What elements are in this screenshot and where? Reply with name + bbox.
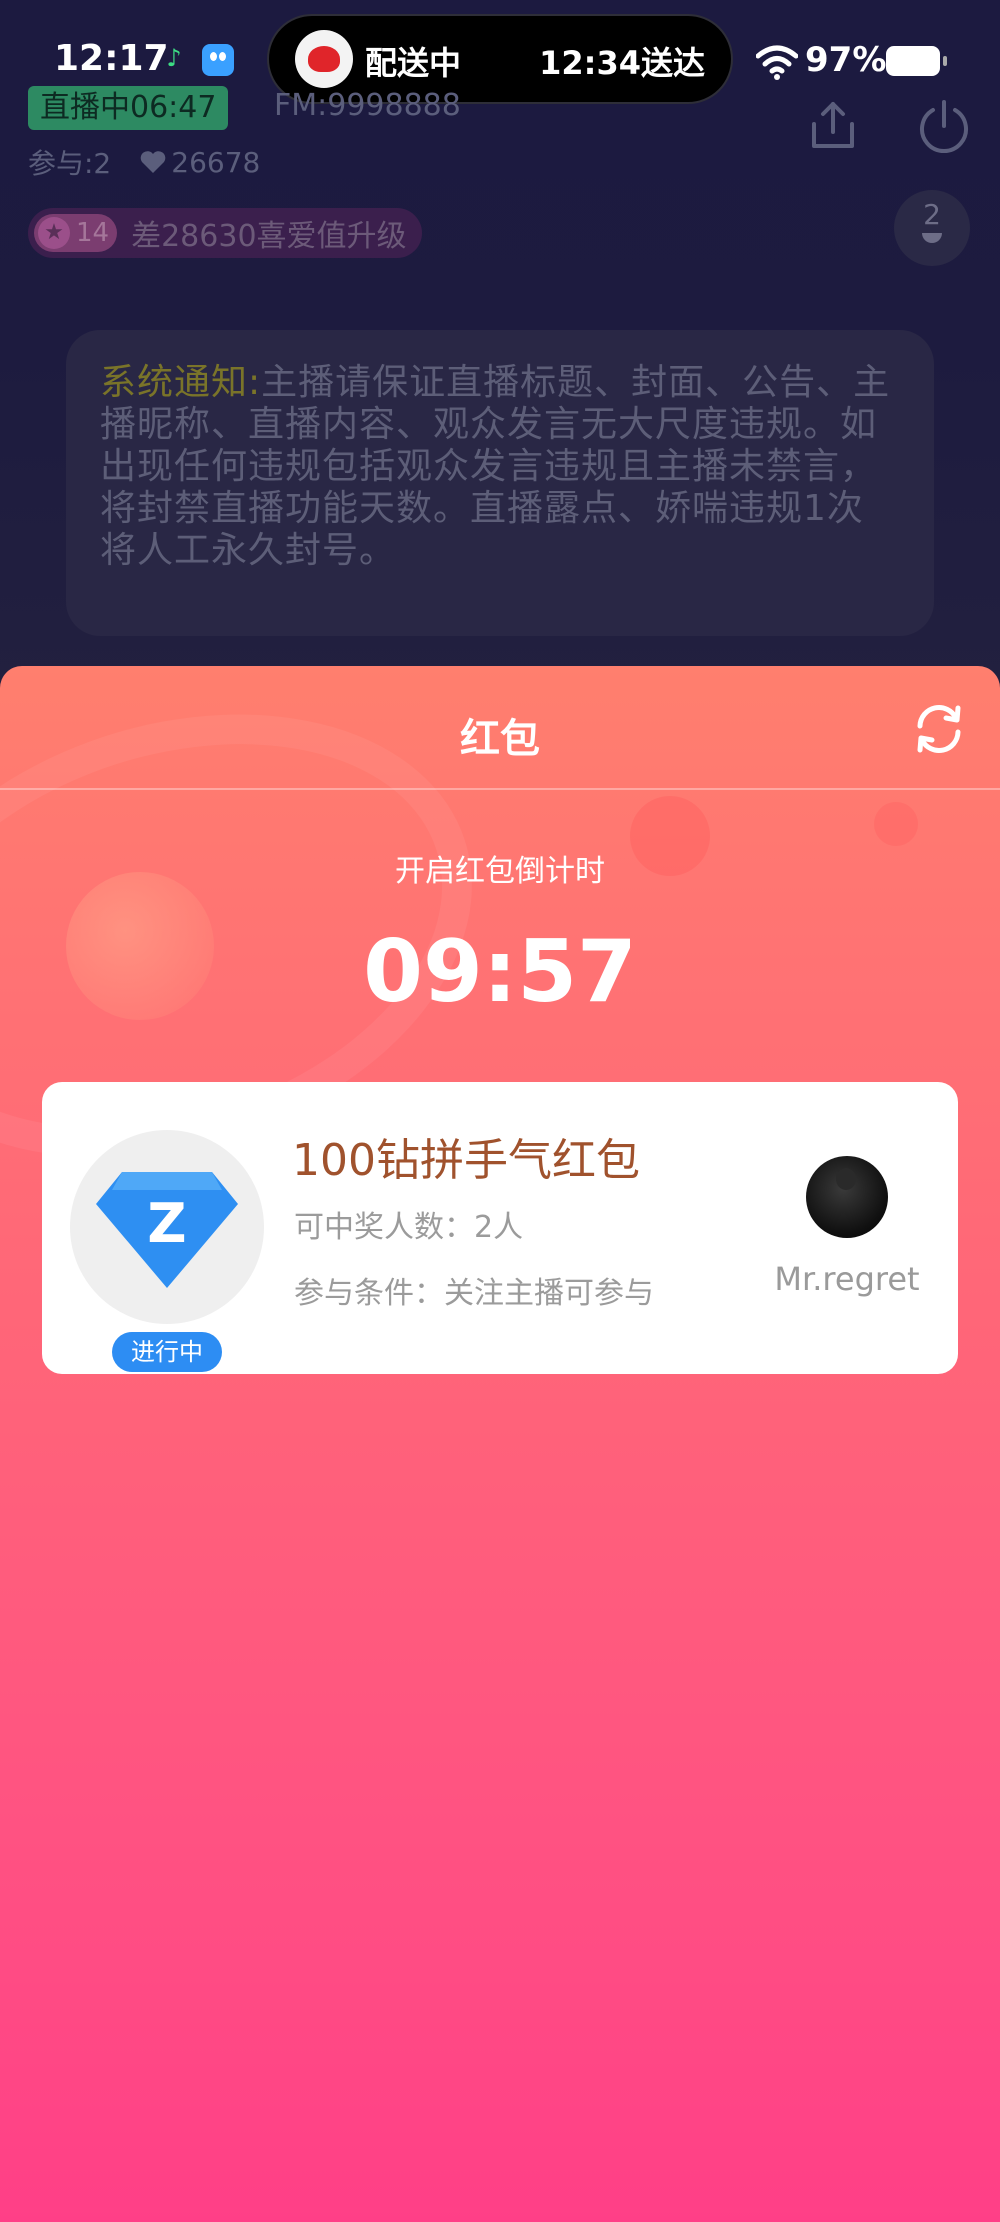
- diamond-icon: Z: [96, 1172, 238, 1288]
- countdown-timer: 09:57: [363, 922, 637, 1022]
- gem-avatar: Z: [70, 1130, 264, 1324]
- system-notice-label: 系统通知:: [100, 362, 262, 403]
- participation-condition: 参与条件：关注主播可参与: [294, 1276, 654, 1311]
- red-packet-sheet: 红包 开启红包倒计时 09:57 Z 进行中 100钻拼手气红包 可中奖人数：2…: [0, 666, 1000, 2222]
- delivery-status: 配送中: [365, 44, 462, 82]
- wifi-icon: [756, 45, 798, 80]
- level-upgrade-text: 差28630喜爱值升级: [131, 219, 407, 254]
- delivery-eta: 12:34送达: [539, 44, 705, 82]
- likes-count: 26678: [171, 145, 261, 179]
- sheet-divider: [0, 788, 1000, 790]
- participants-count: 参与:2: [28, 147, 112, 180]
- delivery-rider-icon: [295, 30, 353, 88]
- live-duration-badge: 直播中06:47: [28, 86, 229, 130]
- gem-letter: Z: [147, 1192, 186, 1255]
- sender-name: Mr.regret: [774, 1260, 920, 1298]
- room-stats: 参与:2 26678: [28, 142, 260, 182]
- level-number: 14: [76, 218, 110, 248]
- countdown-label: 开启红包倒计时: [395, 854, 605, 889]
- status-tag: 进行中: [112, 1332, 222, 1372]
- refresh-icon[interactable]: [910, 700, 968, 758]
- qq-app-icon: [202, 44, 234, 76]
- level-badge: ★ 14: [34, 214, 118, 252]
- system-notice: 系统通知:主播请保证直播标题、封面、公告、主播昵称、直播内容、观众发言无大尺度违…: [66, 330, 934, 636]
- status-bar: 12:17 ♪ 配送中 12:34送达 97%: [0, 0, 1000, 104]
- battery-percent: 97%: [805, 40, 887, 80]
- heart-icon: [140, 151, 166, 173]
- sheet-title: 红包: [460, 716, 540, 762]
- mic-count-button[interactable]: 2: [894, 190, 970, 266]
- level-progress-pill[interactable]: ★ 14 差28630喜爱值升级: [28, 208, 422, 258]
- red-packet-card[interactable]: Z 进行中 100钻拼手气红包 可中奖人数：2人 参与条件：关注主播可参与 Mr…: [42, 1082, 958, 1374]
- music-app-icon: ♪: [166, 44, 182, 72]
- sender-avatar[interactable]: [806, 1156, 888, 1238]
- winner-count: 可中奖人数：2人: [294, 1210, 524, 1245]
- mic-icon: [922, 233, 942, 243]
- battery-icon: [886, 46, 947, 76]
- mic-count-number: 2: [923, 198, 941, 231]
- decorative-flower: [874, 802, 918, 846]
- packet-title: 100钻拼手气红包: [292, 1135, 640, 1186]
- status-time: 12:17: [54, 38, 169, 79]
- room-fm-id: FM:9998888: [274, 88, 461, 123]
- star-icon: ★: [38, 217, 70, 249]
- power-icon[interactable]: [916, 98, 972, 154]
- share-icon[interactable]: [806, 98, 860, 152]
